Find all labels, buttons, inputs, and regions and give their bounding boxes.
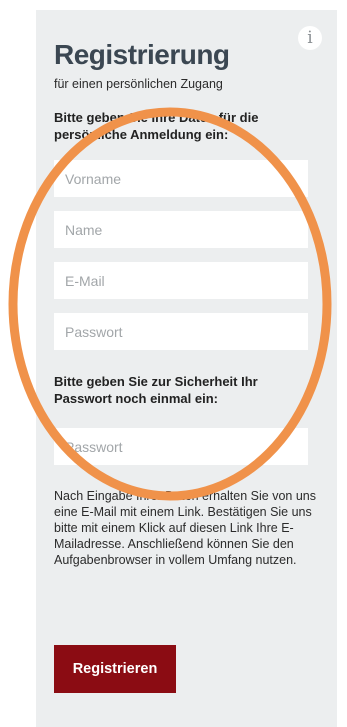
- password-input[interactable]: [54, 313, 308, 350]
- password-confirm-input[interactable]: [54, 428, 308, 465]
- email-input[interactable]: [54, 262, 308, 299]
- info-icon[interactable]: i: [298, 26, 322, 50]
- data-entry-instruction: Bitte geben Sie Ihre Daten für die persö…: [54, 110, 259, 142]
- page-title: Registrierung: [54, 39, 230, 70]
- password-confirm-instruction: Bitte geben Sie zur Sicherheit Ihr Passw…: [54, 374, 258, 406]
- confirmation-email-note: Nach Eingabe Ihrer Daten erhalten Sie vo…: [54, 489, 316, 567]
- last-name-input[interactable]: [54, 211, 308, 248]
- first-name-input[interactable]: [54, 160, 308, 197]
- register-button[interactable]: Registrieren: [54, 645, 176, 693]
- page-subtitle: für einen persönlichen Zugang: [54, 77, 223, 91]
